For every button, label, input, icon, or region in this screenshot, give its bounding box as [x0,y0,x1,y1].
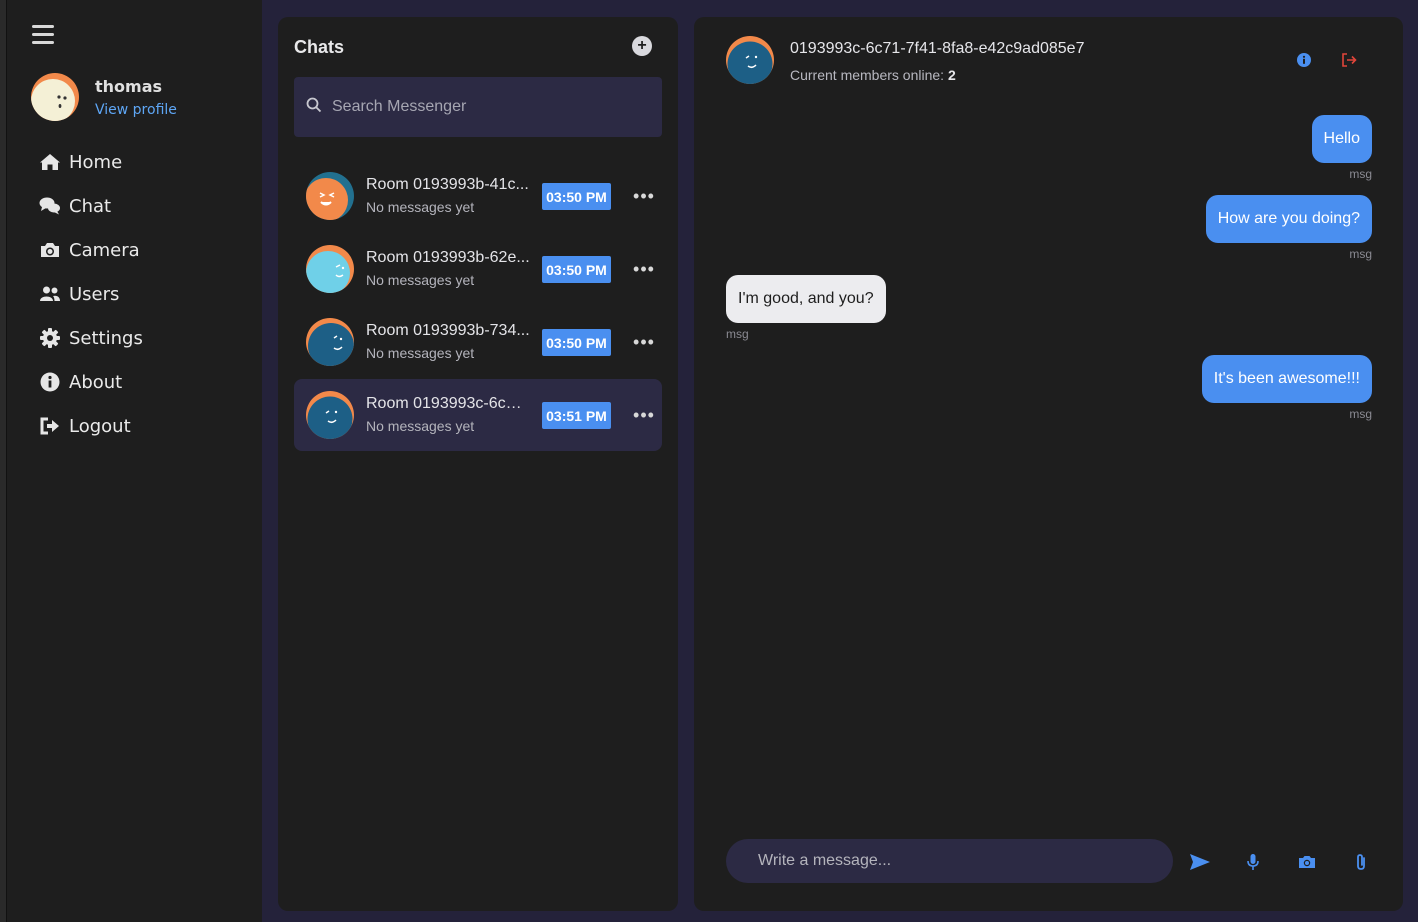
nav-item-camera[interactable]: Camera [39,228,143,272]
message-bubble: Hello [1311,115,1372,163]
home-icon [39,151,61,173]
room-time-badge: 03:50 PM [542,256,611,283]
room-last-message: No messages yet [366,199,475,215]
message-meta: msg [1349,167,1372,181]
conversation-panel: 0193993c-6c71-7f41-8fa8-e42c9ad085e7 Cur… [694,17,1403,911]
nav-label: Users [69,283,120,305]
search-icon [306,97,322,118]
more-options-icon[interactable]: ••• [633,405,654,425]
members-online: Current members online: 2 [790,67,956,83]
room-name: Room 0193993b-62e... [366,249,530,266]
message-meta: msg [1349,407,1372,421]
nav-label: Camera [69,239,140,261]
room-item[interactable]: Room 0193993b-41c... No messages yet 03:… [294,160,662,232]
room-name: Room 0193993b-734... [366,322,530,339]
profile-card: thomas View profile [31,73,177,121]
menu-icon[interactable] [32,25,54,47]
room-list: Room 0193993b-41c... No messages yet 03:… [294,160,662,452]
profile-name: thomas [95,76,163,96]
message-input[interactable] [758,852,1148,870]
message-composer [726,839,1173,883]
info-icon [39,371,61,393]
room-item-active[interactable]: Room 0193993c-6c71... No messages yet 03… [294,379,662,451]
more-options-icon[interactable]: ••• [633,259,654,279]
camera-icon [39,239,61,261]
message-bubble: It's been awesome!!! [1201,355,1372,403]
message-outgoing: It's been awesome!!! msg [1201,355,1372,421]
users-icon [39,283,61,305]
search-box [294,77,662,137]
nav-label: Home [69,151,123,173]
nav-item-users[interactable]: Users [39,272,143,316]
conversation-title: 0193993c-6c71-7f41-8fa8-e42c9ad085e7 [790,40,1085,57]
room-last-message: No messages yet [366,418,475,434]
chat-icon [39,195,61,217]
avatar [306,172,354,220]
message-outgoing: How are you doing? msg [1205,195,1372,261]
nav-item-logout[interactable]: Logout [39,404,143,448]
room-name: Room 0193993b-41c... [366,176,529,193]
nav-label: Chat [69,195,112,217]
room-last-message: No messages yet [366,345,475,361]
room-item[interactable]: Room 0193993b-734... No messages yet 03:… [294,306,662,378]
more-options-icon[interactable]: ••• [633,332,654,352]
message-outgoing: Hello msg [1311,115,1372,181]
members-online-count: 2 [947,67,956,83]
sidebar: thomas View profile Home Chat Camera Use… [6,0,262,922]
main-nav: Home Chat Camera Users Settings About Lo… [39,140,143,448]
message-bubble: How are you doing? [1205,195,1372,243]
room-time-badge: 03:51 PM [542,402,611,429]
nav-label: About [69,371,123,393]
avatar [306,318,354,366]
new-chat-button[interactable]: + [632,36,652,56]
nav-item-about[interactable]: About [39,360,143,404]
chats-title: Chats [294,37,345,57]
logout-icon [39,415,61,437]
nav-item-settings[interactable]: Settings [39,316,143,360]
search-input[interactable] [332,98,652,116]
more-options-icon[interactable]: ••• [633,186,654,206]
view-profile-link[interactable]: View profile [95,102,177,118]
gear-icon [39,327,61,349]
message-meta: msg [726,327,749,341]
nav-item-chat[interactable]: Chat [39,184,143,228]
avatar [726,36,774,84]
room-name: Room 0193993c-6c71... [366,395,530,412]
nav-item-home[interactable]: Home [39,140,143,184]
leave-room-icon[interactable] [1340,51,1358,69]
info-icon[interactable] [1296,52,1312,68]
room-last-message: No messages yet [366,272,475,288]
nav-label: Logout [69,415,131,437]
members-online-label: Current members online: [790,67,945,83]
room-time-badge: 03:50 PM [542,329,611,356]
camera-icon[interactable] [1296,851,1318,873]
avatar [306,245,354,293]
avatar[interactable] [31,73,79,121]
avatar [306,391,354,439]
attachment-icon[interactable] [1350,851,1372,873]
microphone-icon[interactable] [1242,851,1264,873]
chats-panel: Chats + Room 0193993b-41c... No messages… [278,17,678,911]
message-incoming: I'm good, and you? msg [726,275,886,341]
room-time-badge: 03:50 PM [542,183,611,210]
nav-label: Settings [69,327,143,349]
message-meta: msg [1349,247,1372,261]
send-icon[interactable] [1189,851,1211,873]
room-item[interactable]: Room 0193993b-62e... No messages yet 03:… [294,233,662,305]
message-bubble: I'm good, and you? [726,275,886,323]
